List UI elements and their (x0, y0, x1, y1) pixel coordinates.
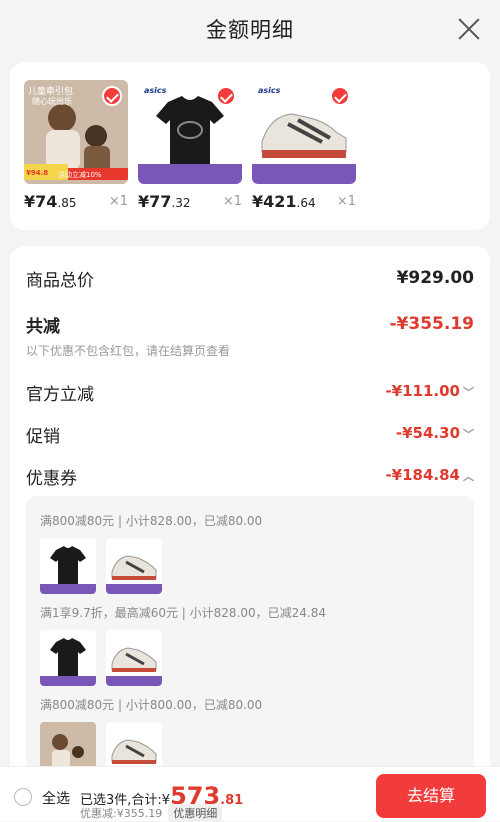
goods-card: 儿童牵引包 随心玩出乐 ¥94.8 活动立减10% ¥74.85 ×1 asic… (10, 62, 490, 230)
thumb-sub-text: 随心玩出乐 (32, 97, 72, 106)
saved-summary: 优惠减:¥355.19 优惠明细 (80, 804, 223, 822)
coupon-item-thumb (40, 538, 96, 594)
discount-value: -¥355.19 (389, 314, 475, 334)
close-icon[interactable] (458, 18, 480, 40)
product-thumbnail: asics (138, 80, 242, 184)
goods-item[interactable]: 儿童牵引包 随心玩出乐 ¥94.8 活动立减10% ¥74.85 ×1 (24, 80, 128, 211)
official-discount-row[interactable]: -¥111.00 ﹀ (385, 382, 474, 400)
item-price: ¥74.85 (24, 192, 77, 211)
chevron-down-icon: ﹀ (463, 428, 474, 441)
item-quantity: ×1 (108, 194, 128, 209)
thumb-price-tag: ¥94.8 (26, 169, 49, 177)
total-label: 商品总价 (26, 271, 94, 291)
select-all-radio[interactable] (14, 788, 32, 806)
checkout-button[interactable]: 去结算 (376, 774, 486, 818)
item-quantity: ×1 (336, 194, 356, 209)
promo-row[interactable]: -¥54.30 ﹀ (396, 424, 474, 442)
brand-logo: asics (258, 86, 281, 95)
chevron-down-icon: ﹀ (463, 386, 474, 399)
select-all-label[interactable]: 全选 (42, 788, 70, 808)
selected-check-icon[interactable] (330, 86, 350, 106)
amount-detail-tag[interactable]: 优惠明细 (168, 804, 223, 822)
product-thumbnail: 儿童牵引包 随心玩出乐 ¥94.8 活动立减10% (24, 80, 128, 184)
page-title: 金额明细 (206, 18, 294, 42)
item-price: ¥421.64 (252, 192, 316, 211)
coupon-item-thumb (106, 630, 162, 686)
goods-item[interactable]: asics ¥77.32 ×1 (138, 80, 242, 211)
discount-label: 共减 (26, 317, 60, 337)
total-value: ¥929.00 (396, 268, 474, 288)
coupon-label: 优惠券 (26, 469, 77, 489)
coupon-item-thumb (40, 630, 96, 686)
coupon-title: 满800减80元 | 小计800.00，已减80.00 (40, 698, 263, 712)
coupon-title: 满800减80元 | 小计828.00，已减80.00 (40, 514, 263, 528)
discount-note: 以下优惠不包含红包，请在结算页查看 (26, 344, 231, 358)
coupon-item-thumb (106, 538, 162, 594)
product-thumbnail: asics (252, 80, 356, 184)
official-discount-label: 官方立减 (26, 385, 94, 405)
summary-total-dec: .81 (220, 793, 244, 808)
checkout-bar: 全选 已选3件,合计:¥573.81 优惠减:¥355.19 优惠明细 去结算 (0, 766, 500, 822)
chevron-up-icon: ︿ (463, 470, 474, 483)
selected-check-icon[interactable] (102, 86, 122, 106)
amount-detail-card: 商品总价 ¥929.00 共减 -¥355.19 以下优惠不包含红包，请在结算页… (10, 246, 490, 820)
coupon-row[interactable]: -¥184.84 ︿ (385, 466, 474, 484)
item-price: ¥77.32 (138, 192, 191, 211)
thumb-promo-tag: 活动立减10% (58, 171, 102, 179)
item-quantity: ×1 (222, 194, 242, 209)
header: 金额明细 (0, 0, 500, 60)
promo-label: 促销 (26, 427, 60, 447)
goods-item[interactable]: asics ¥421.64 ×1 (252, 80, 356, 211)
selected-check-icon[interactable] (216, 86, 236, 106)
coupon-title: 满1享9.7折，最高减60元 | 小计828.00，已减24.84 (40, 606, 327, 620)
brand-logo: asics (144, 86, 167, 95)
